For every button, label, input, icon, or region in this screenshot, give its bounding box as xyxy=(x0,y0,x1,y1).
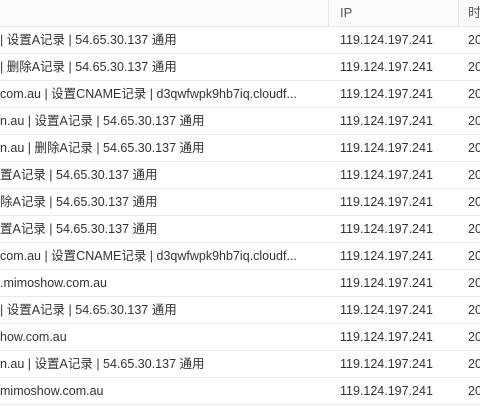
row-time: 20 xyxy=(468,195,480,209)
row-ip: 119.124.197.241 xyxy=(340,33,433,47)
row-description: | 设置A记录 | 54.65.30.137 通用 xyxy=(0,303,177,317)
row-ip: 119.124.197.241 xyxy=(340,249,433,263)
header-divider xyxy=(458,0,459,26)
row-description: .mimoshow.com.au xyxy=(0,276,107,290)
row-ip: 119.124.197.241 xyxy=(340,114,433,128)
table-row[interactable]: com.au | 设置CNAME记录 | d3qwfwpk9hb7iq.clou… xyxy=(0,243,480,270)
table-header: IP 时 xyxy=(0,0,480,27)
row-ip: 119.124.197.241 xyxy=(340,141,433,155)
table-row[interactable]: mimoshow.com.au 119.124.197.241 20 xyxy=(0,378,480,405)
row-time: 20 xyxy=(468,249,480,263)
row-ip: 119.124.197.241 xyxy=(340,276,433,290)
table-row[interactable]: how.com.au 119.124.197.241 20 xyxy=(0,324,480,351)
row-description: com.au | 设置CNAME记录 | d3qwfwpk9hb7iq.clou… xyxy=(0,249,297,263)
row-ip: 119.124.197.241 xyxy=(340,330,433,344)
table-row[interactable]: | 设置A记录 | 54.65.30.137 通用 119.124.197.24… xyxy=(0,27,480,54)
row-description: com.au | 设置CNAME记录 | d3qwfwpk9hb7iq.clou… xyxy=(0,87,297,101)
table-row[interactable]: n.au | 删除A记录 | 54.65.30.137 通用 119.124.1… xyxy=(0,135,480,162)
row-time: 20 xyxy=(468,168,480,182)
row-ip: 119.124.197.241 xyxy=(340,357,433,371)
table-body: | 设置A记录 | 54.65.30.137 通用 119.124.197.24… xyxy=(0,27,480,405)
row-time: 20 xyxy=(468,222,480,236)
row-ip: 119.124.197.241 xyxy=(340,222,433,236)
row-time: 20 xyxy=(468,114,480,128)
row-description: how.com.au xyxy=(0,330,67,344)
table-row[interactable]: n.au | 设置A记录 | 54.65.30.137 通用 119.124.1… xyxy=(0,108,480,135)
row-ip: 119.124.197.241 xyxy=(340,303,433,317)
row-time: 20 xyxy=(468,141,480,155)
row-ip: 119.124.197.241 xyxy=(340,60,433,74)
row-time: 20 xyxy=(468,276,480,290)
row-description: 置A记录 | 54.65.30.137 通用 xyxy=(0,168,158,182)
row-time: 20 xyxy=(468,384,480,398)
row-time: 20 xyxy=(468,87,480,101)
table-row[interactable]: | 设置A记录 | 54.65.30.137 通用 119.124.197.24… xyxy=(0,297,480,324)
table-row[interactable]: 置A记录 | 54.65.30.137 通用 119.124.197.241 2… xyxy=(0,162,480,189)
table-row[interactable]: n.au | 设置A记录 | 54.65.30.137 通用 119.124.1… xyxy=(0,351,480,378)
row-ip: 119.124.197.241 xyxy=(340,195,433,209)
operation-log-table: IP 时 | 设置A记录 | 54.65.30.137 通用 119.124.1… xyxy=(0,0,480,407)
table-row[interactable]: com.au | 设置CNAME记录 | d3qwfwpk9hb7iq.clou… xyxy=(0,81,480,108)
row-description: mimoshow.com.au xyxy=(0,384,104,398)
header-ip[interactable]: IP xyxy=(340,0,455,26)
row-description: | 设置A记录 | 54.65.30.137 通用 xyxy=(0,33,177,47)
row-time: 20 xyxy=(468,33,480,47)
table-row[interactable]: 除A记录 | 54.65.30.137 通用 119.124.197.241 2… xyxy=(0,189,480,216)
row-ip: 119.124.197.241 xyxy=(340,168,433,182)
row-description: | 删除A记录 | 54.65.30.137 通用 xyxy=(0,60,177,74)
row-ip: 119.124.197.241 xyxy=(340,384,433,398)
table-row[interactable]: 置A记录 | 54.65.30.137 通用 119.124.197.241 2… xyxy=(0,216,480,243)
row-description: n.au | 设置A记录 | 54.65.30.137 通用 xyxy=(0,357,205,371)
row-time: 20 xyxy=(468,357,480,371)
header-divider xyxy=(328,0,329,26)
header-time[interactable]: 时 xyxy=(468,0,480,26)
table-row[interactable]: .mimoshow.com.au 119.124.197.241 20 xyxy=(0,270,480,297)
row-description: 置A记录 | 54.65.30.137 通用 xyxy=(0,222,158,236)
table-row[interactable]: | 删除A记录 | 54.65.30.137 通用 119.124.197.24… xyxy=(0,54,480,81)
header-description-column xyxy=(0,0,325,26)
row-description: 除A记录 | 54.65.30.137 通用 xyxy=(0,195,158,209)
row-time: 20 xyxy=(468,303,480,317)
row-description: n.au | 删除A记录 | 54.65.30.137 通用 xyxy=(0,141,205,155)
row-time: 20 xyxy=(468,330,480,344)
row-description: n.au | 设置A记录 | 54.65.30.137 通用 xyxy=(0,114,205,128)
row-ip: 119.124.197.241 xyxy=(340,87,433,101)
row-time: 20 xyxy=(468,60,480,74)
